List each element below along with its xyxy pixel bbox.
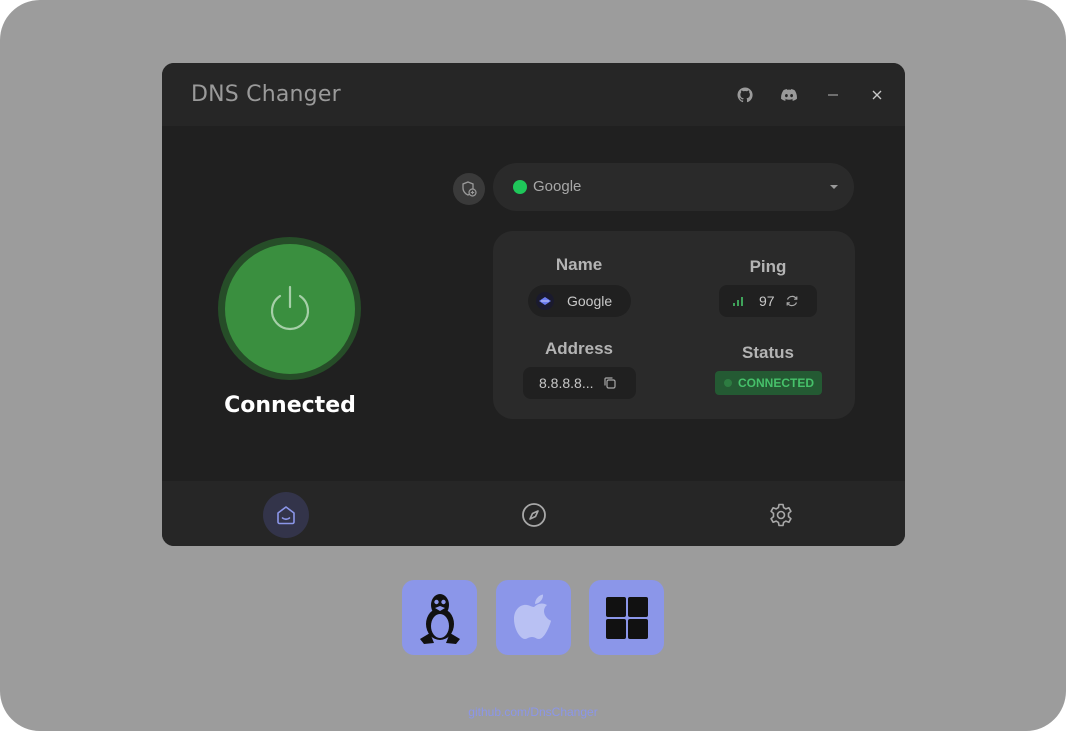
server-logo-icon [536,292,554,310]
apple-icon [513,594,551,639]
github-icon [737,87,753,103]
add-custom-dns-button[interactable] [453,173,485,205]
status-badge: CONNECTED [715,371,822,395]
ping-heading: Ping [749,257,787,276]
power-button[interactable] [224,243,355,374]
nav-home[interactable] [263,492,309,538]
close-icon [872,90,882,100]
shield-plus-icon [462,181,477,197]
minimize-button[interactable] [821,83,845,107]
windows-icon [605,596,648,639]
title-bar: DNS Changer [162,63,905,126]
app-title: DNS Changer [191,82,341,107]
server-info-card: Name Google Ping 97 Address 8.8.8.8... S… [493,231,855,419]
gear-icon [770,503,792,527]
discord-icon [781,88,797,101]
status-heading: Status [742,343,794,362]
address-pill: 8.8.8.8... [523,367,636,399]
linux-tile[interactable] [402,580,477,655]
refresh-icon [786,295,797,307]
github-button[interactable] [733,83,757,107]
windows-tile[interactable] [589,580,664,655]
server-name-value: Google [567,293,613,309]
app-window: DNS Changer Connected Google Name Google… [162,63,905,546]
home-icon [277,506,295,525]
status-dot [724,379,732,387]
copy-icon [604,377,617,389]
name-pill: Google [528,285,631,317]
refresh-ping-button[interactable] [785,294,799,308]
ping-value: 97 [759,293,775,309]
compass-icon [522,503,546,527]
address-heading: Address [544,339,614,358]
nav-explore[interactable] [511,492,557,538]
server-select[interactable]: Google [493,163,854,211]
name-heading: Name [555,255,603,274]
signal-icon [733,297,743,306]
chevron-down-icon [830,185,838,189]
power-ring [218,237,361,380]
power-icon [270,285,309,330]
address-value: 8.8.8.8... [539,375,594,391]
ping-pill: 97 [719,285,817,317]
github-repo-link[interactable]: github.com/DnsChanger [0,705,1066,719]
connection-state-label: Connected [224,393,356,418]
close-button[interactable] [865,83,889,107]
status-value: CONNECTED [738,376,815,390]
server-status-dot [513,180,527,194]
server-select-value: Google [533,178,582,195]
linux-icon [419,593,460,644]
copy-address-button[interactable] [603,376,617,390]
discord-button[interactable] [777,83,801,107]
bottom-navigation [162,481,905,546]
macos-tile[interactable] [496,580,571,655]
nav-settings[interactable] [758,492,804,538]
minimize-icon [828,94,838,96]
